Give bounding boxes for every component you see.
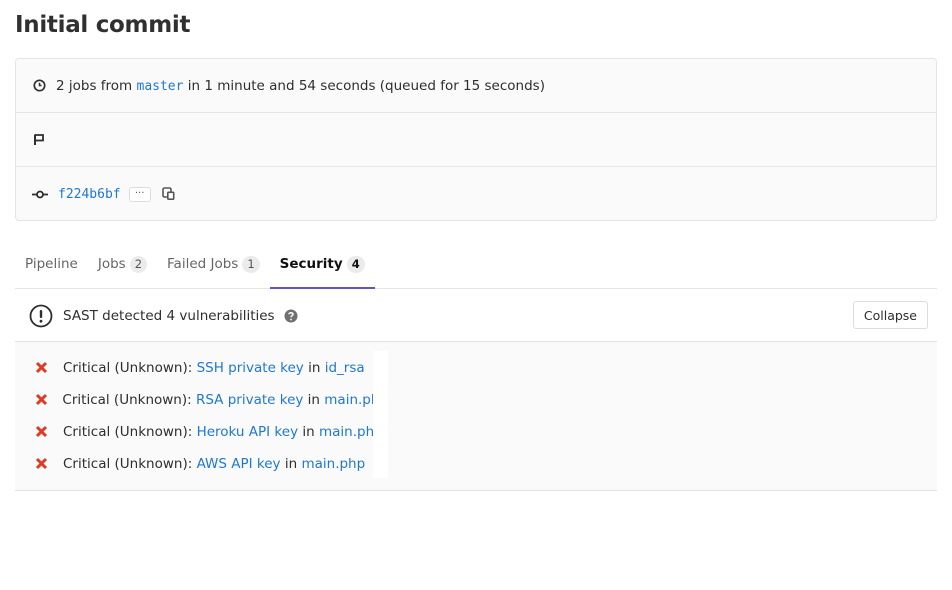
tab-security[interactable]: Security 4 [269, 240, 375, 289]
tab-jobs[interactable]: Jobs 2 [88, 240, 157, 288]
tab-label: Jobs [97, 256, 126, 272]
tab-count-badge: 4 [346, 255, 365, 273]
critical-x-icon [35, 393, 48, 407]
flag-row [16, 113, 936, 167]
collapse-button[interactable]: Collapse [852, 301, 928, 329]
copy-icon[interactable] [161, 186, 177, 202]
in-label: in [284, 456, 298, 472]
warning-circle-icon [29, 304, 53, 328]
flag-icon [32, 133, 46, 147]
file-link[interactable]: main.php [301, 456, 365, 472]
clock-icon [32, 79, 46, 93]
pipeline-tabs: Pipeline Jobs 2 Failed Jobs 1 Security 4 [15, 240, 937, 289]
severity-label: Critical (Unknown): [63, 456, 193, 472]
in-label: in [302, 424, 315, 440]
pipeline-info-card: 2 jobs from master in 1 minute and 54 se… [15, 58, 937, 221]
question-circle-icon[interactable] [284, 309, 298, 323]
severity-label: Critical (Unknown): [63, 424, 193, 440]
pipeline-duration-text: 2 jobs from master in 1 minute and 54 se… [56, 78, 545, 94]
critical-x-icon [35, 425, 49, 439]
page-title: Initial commit [15, 12, 191, 38]
pipeline-duration-row: 2 jobs from master in 1 minute and 54 se… [16, 59, 936, 113]
vulnerability-list-scrollbar[interactable] [373, 351, 388, 478]
vulnerability-link[interactable]: AWS API key [197, 456, 281, 472]
in-label: in [308, 360, 321, 376]
tab-label: Security [279, 256, 343, 272]
tab-pipeline[interactable]: Pipeline [15, 240, 88, 288]
vulnerability-link[interactable]: Heroku API key [197, 424, 299, 440]
toggle-commit-description-button[interactable]: ··· [128, 186, 151, 202]
in-label: in [307, 392, 320, 408]
severity-label: Critical (Unknown): [63, 360, 193, 376]
vulnerability-link[interactable]: SSH private key [197, 360, 304, 376]
tab-count-badge: 1 [242, 255, 260, 273]
commit-icon [32, 187, 48, 201]
severity-label: Critical (Unknown): [62, 392, 192, 408]
duration-suffix: in 1 minute and 54 seconds (queued for 1… [187, 77, 545, 94]
vulnerability-item: Critical (Unknown): Heroku API key in ma… [15, 416, 388, 448]
sast-report-title: SAST detected 4 vulnerabilities [63, 307, 275, 324]
vulnerability-list: Critical (Unknown): SSH private key in i… [15, 352, 388, 478]
sast-report-body: Critical (Unknown): SSH private key in i… [15, 342, 937, 491]
branch-link[interactable]: master [137, 79, 184, 94]
tab-label: Pipeline [25, 256, 78, 272]
duration-prefix: 2 jobs from [56, 77, 133, 94]
tab-label: Failed Jobs [167, 256, 239, 272]
vulnerability-link[interactable]: RSA private key [196, 392, 303, 408]
commit-row: f224b6bf ··· [16, 167, 936, 221]
tab-count-badge: 2 [129, 255, 148, 273]
critical-x-icon [35, 361, 49, 375]
file-link[interactable]: id_rsa [325, 360, 365, 376]
vulnerability-item: Critical (Unknown): AWS API key in main.… [15, 448, 388, 478]
tab-failed-jobs[interactable]: Failed Jobs 1 [157, 240, 270, 288]
sast-report-header: SAST detected 4 vulnerabilities Collapse [15, 290, 937, 342]
commit-sha-link[interactable]: f224b6bf [58, 187, 121, 202]
critical-x-icon [35, 457, 49, 471]
vulnerability-item: Critical (Unknown): RSA private key in m… [15, 384, 388, 416]
vulnerability-item: Critical (Unknown): SSH private key in i… [15, 352, 388, 384]
